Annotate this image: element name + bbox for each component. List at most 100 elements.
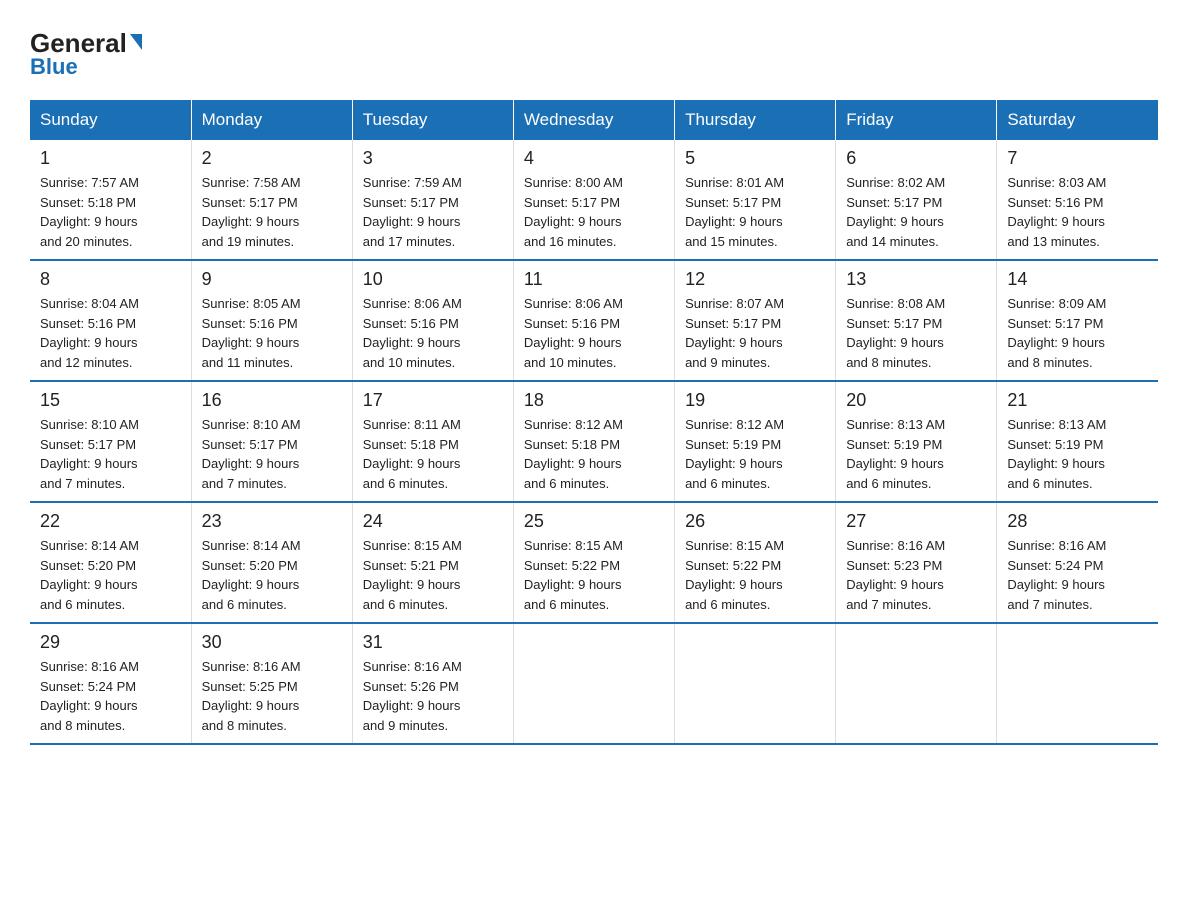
calendar-cell (513, 623, 674, 744)
day-number: 11 (524, 269, 664, 290)
day-number: 23 (202, 511, 342, 532)
calendar-cell: 17 Sunrise: 8:11 AM Sunset: 5:18 PM Dayl… (352, 381, 513, 502)
calendar-cell: 11 Sunrise: 8:06 AM Sunset: 5:16 PM Dayl… (513, 260, 674, 381)
calendar-cell: 24 Sunrise: 8:15 AM Sunset: 5:21 PM Dayl… (352, 502, 513, 623)
week-row-3: 15 Sunrise: 8:10 AM Sunset: 5:17 PM Dayl… (30, 381, 1158, 502)
day-info: Sunrise: 8:03 AM Sunset: 5:16 PM Dayligh… (1007, 173, 1148, 251)
logo-blue: Blue (30, 54, 78, 80)
day-info: Sunrise: 8:10 AM Sunset: 5:17 PM Dayligh… (40, 415, 181, 493)
day-info: Sunrise: 8:16 AM Sunset: 5:25 PM Dayligh… (202, 657, 342, 735)
calendar-cell: 14 Sunrise: 8:09 AM Sunset: 5:17 PM Dayl… (997, 260, 1158, 381)
day-info: Sunrise: 8:06 AM Sunset: 5:16 PM Dayligh… (363, 294, 503, 372)
calendar-cell: 2 Sunrise: 7:58 AM Sunset: 5:17 PM Dayli… (191, 140, 352, 260)
day-info: Sunrise: 8:13 AM Sunset: 5:19 PM Dayligh… (1007, 415, 1148, 493)
day-info: Sunrise: 8:02 AM Sunset: 5:17 PM Dayligh… (846, 173, 986, 251)
calendar-cell: 25 Sunrise: 8:15 AM Sunset: 5:22 PM Dayl… (513, 502, 674, 623)
calendar-cell: 19 Sunrise: 8:12 AM Sunset: 5:19 PM Dayl… (675, 381, 836, 502)
day-number: 31 (363, 632, 503, 653)
day-info: Sunrise: 7:58 AM Sunset: 5:17 PM Dayligh… (202, 173, 342, 251)
calendar-cell: 6 Sunrise: 8:02 AM Sunset: 5:17 PM Dayli… (836, 140, 997, 260)
week-row-2: 8 Sunrise: 8:04 AM Sunset: 5:16 PM Dayli… (30, 260, 1158, 381)
day-info: Sunrise: 8:07 AM Sunset: 5:17 PM Dayligh… (685, 294, 825, 372)
day-info: Sunrise: 8:06 AM Sunset: 5:16 PM Dayligh… (524, 294, 664, 372)
day-number: 12 (685, 269, 825, 290)
day-number: 26 (685, 511, 825, 532)
calendar-cell (997, 623, 1158, 744)
calendar-cell: 27 Sunrise: 8:16 AM Sunset: 5:23 PM Dayl… (836, 502, 997, 623)
day-header-saturday: Saturday (997, 100, 1158, 140)
calendar-cell: 22 Sunrise: 8:14 AM Sunset: 5:20 PM Dayl… (30, 502, 191, 623)
day-header-friday: Friday (836, 100, 997, 140)
day-number: 29 (40, 632, 181, 653)
day-info: Sunrise: 8:16 AM Sunset: 5:24 PM Dayligh… (40, 657, 181, 735)
day-info: Sunrise: 8:08 AM Sunset: 5:17 PM Dayligh… (846, 294, 986, 372)
day-info: Sunrise: 8:14 AM Sunset: 5:20 PM Dayligh… (202, 536, 342, 614)
calendar-cell: 4 Sunrise: 8:00 AM Sunset: 5:17 PM Dayli… (513, 140, 674, 260)
day-number: 20 (846, 390, 986, 411)
day-info: Sunrise: 7:57 AM Sunset: 5:18 PM Dayligh… (40, 173, 181, 251)
calendar-cell: 18 Sunrise: 8:12 AM Sunset: 5:18 PM Dayl… (513, 381, 674, 502)
calendar-cell: 29 Sunrise: 8:16 AM Sunset: 5:24 PM Dayl… (30, 623, 191, 744)
day-number: 6 (846, 148, 986, 169)
calendar-cell: 15 Sunrise: 8:10 AM Sunset: 5:17 PM Dayl… (30, 381, 191, 502)
day-header-monday: Monday (191, 100, 352, 140)
calendar-cell: 23 Sunrise: 8:14 AM Sunset: 5:20 PM Dayl… (191, 502, 352, 623)
calendar-cell: 31 Sunrise: 8:16 AM Sunset: 5:26 PM Dayl… (352, 623, 513, 744)
day-number: 30 (202, 632, 342, 653)
day-info: Sunrise: 8:12 AM Sunset: 5:19 PM Dayligh… (685, 415, 825, 493)
day-info: Sunrise: 8:14 AM Sunset: 5:20 PM Dayligh… (40, 536, 181, 614)
day-info: Sunrise: 8:01 AM Sunset: 5:17 PM Dayligh… (685, 173, 825, 251)
calendar-cell (836, 623, 997, 744)
day-info: Sunrise: 8:04 AM Sunset: 5:16 PM Dayligh… (40, 294, 181, 372)
day-number: 16 (202, 390, 342, 411)
day-number: 19 (685, 390, 825, 411)
day-info: Sunrise: 8:15 AM Sunset: 5:22 PM Dayligh… (685, 536, 825, 614)
calendar-cell: 7 Sunrise: 8:03 AM Sunset: 5:16 PM Dayli… (997, 140, 1158, 260)
day-number: 1 (40, 148, 181, 169)
day-header-thursday: Thursday (675, 100, 836, 140)
day-info: Sunrise: 8:09 AM Sunset: 5:17 PM Dayligh… (1007, 294, 1148, 372)
day-number: 22 (40, 511, 181, 532)
day-info: Sunrise: 8:11 AM Sunset: 5:18 PM Dayligh… (363, 415, 503, 493)
day-number: 14 (1007, 269, 1148, 290)
day-number: 18 (524, 390, 664, 411)
day-info: Sunrise: 8:16 AM Sunset: 5:23 PM Dayligh… (846, 536, 986, 614)
day-info: Sunrise: 8:16 AM Sunset: 5:24 PM Dayligh… (1007, 536, 1148, 614)
day-info: Sunrise: 7:59 AM Sunset: 5:17 PM Dayligh… (363, 173, 503, 251)
week-row-1: 1 Sunrise: 7:57 AM Sunset: 5:18 PM Dayli… (30, 140, 1158, 260)
day-header-wednesday: Wednesday (513, 100, 674, 140)
day-info: Sunrise: 8:13 AM Sunset: 5:19 PM Dayligh… (846, 415, 986, 493)
day-header-sunday: Sunday (30, 100, 191, 140)
day-number: 25 (524, 511, 664, 532)
logo-general: General (30, 30, 142, 56)
day-number: 9 (202, 269, 342, 290)
calendar-cell: 3 Sunrise: 7:59 AM Sunset: 5:17 PM Dayli… (352, 140, 513, 260)
logo: General Blue (30, 30, 142, 80)
day-info: Sunrise: 8:16 AM Sunset: 5:26 PM Dayligh… (363, 657, 503, 735)
day-info: Sunrise: 8:05 AM Sunset: 5:16 PM Dayligh… (202, 294, 342, 372)
page-header: General Blue (30, 30, 1158, 80)
day-number: 28 (1007, 511, 1148, 532)
calendar-cell: 26 Sunrise: 8:15 AM Sunset: 5:22 PM Dayl… (675, 502, 836, 623)
week-row-4: 22 Sunrise: 8:14 AM Sunset: 5:20 PM Dayl… (30, 502, 1158, 623)
calendar-cell: 16 Sunrise: 8:10 AM Sunset: 5:17 PM Dayl… (191, 381, 352, 502)
day-info: Sunrise: 8:12 AM Sunset: 5:18 PM Dayligh… (524, 415, 664, 493)
day-number: 3 (363, 148, 503, 169)
days-header-row: SundayMondayTuesdayWednesdayThursdayFrid… (30, 100, 1158, 140)
calendar-cell: 28 Sunrise: 8:16 AM Sunset: 5:24 PM Dayl… (997, 502, 1158, 623)
day-number: 13 (846, 269, 986, 290)
day-number: 21 (1007, 390, 1148, 411)
day-number: 5 (685, 148, 825, 169)
day-number: 8 (40, 269, 181, 290)
week-row-5: 29 Sunrise: 8:16 AM Sunset: 5:24 PM Dayl… (30, 623, 1158, 744)
day-info: Sunrise: 8:10 AM Sunset: 5:17 PM Dayligh… (202, 415, 342, 493)
calendar-table: SundayMondayTuesdayWednesdayThursdayFrid… (30, 100, 1158, 745)
day-number: 17 (363, 390, 503, 411)
day-info: Sunrise: 8:00 AM Sunset: 5:17 PM Dayligh… (524, 173, 664, 251)
calendar-cell: 5 Sunrise: 8:01 AM Sunset: 5:17 PM Dayli… (675, 140, 836, 260)
day-number: 10 (363, 269, 503, 290)
day-header-tuesday: Tuesday (352, 100, 513, 140)
day-number: 2 (202, 148, 342, 169)
day-info: Sunrise: 8:15 AM Sunset: 5:22 PM Dayligh… (524, 536, 664, 614)
calendar-cell: 12 Sunrise: 8:07 AM Sunset: 5:17 PM Dayl… (675, 260, 836, 381)
